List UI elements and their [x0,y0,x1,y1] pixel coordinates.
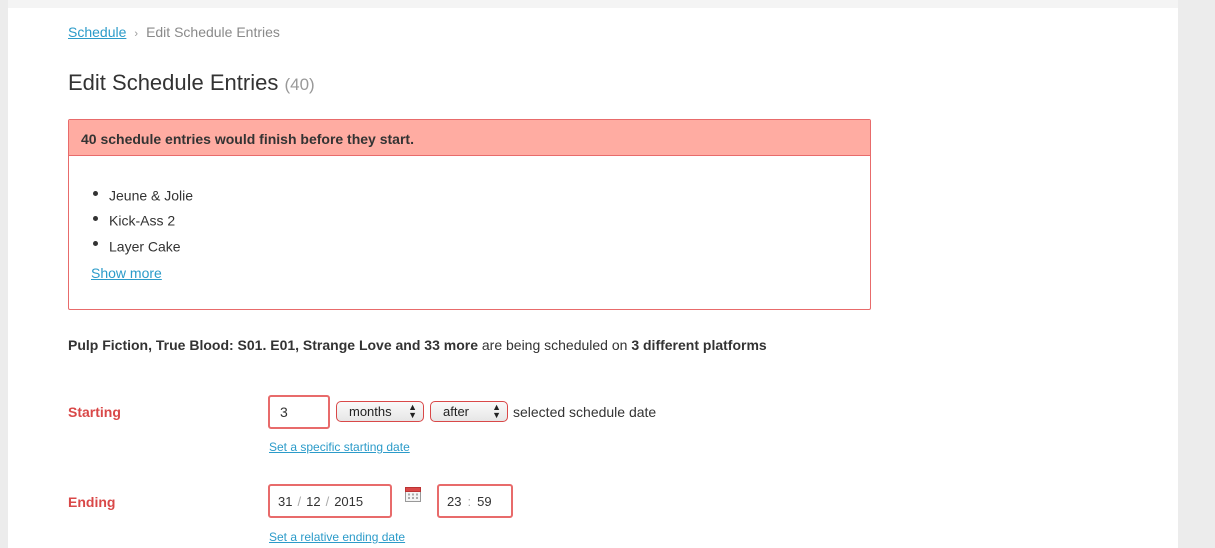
ending-month[interactable]: 12 [306,494,320,509]
ending-minute[interactable]: 59 [477,494,491,509]
summary-platforms: 3 different platforms [631,337,767,353]
starting-unit-select[interactable]: months ▲ ▼ [336,401,424,422]
breadcrumb-separator: › [134,28,139,40]
ending-day[interactable]: 31 [278,494,292,509]
alert-heading: 40 schedule entries would finish before … [69,120,870,156]
list-item: Layer Cake [93,233,193,258]
ending-year[interactable]: 2015 [334,494,363,509]
bullet-icon [93,216,98,222]
breadcrumb-current: Edit Schedule Entries [146,24,280,40]
summary-middle: are being scheduled on [481,337,628,353]
bullet-icon [93,190,98,196]
relative-end-date-link[interactable]: Set a relative ending date [269,530,405,544]
ending-time-field[interactable]: 23:59 [437,484,513,518]
entry-count: (40) [284,75,315,94]
starting-relation-select[interactable]: after ▲ ▼ [430,401,508,422]
updown-arrows-icon: ▲ ▼ [408,402,417,420]
starting-unit-value: months [349,404,392,419]
starting-amount-input[interactable]: 3 [268,395,330,429]
starting-suffix: selected schedule date [513,404,657,420]
specific-start-date-link[interactable]: Set a specific starting date [269,440,410,454]
alert-list: Jeune & Jolie Kick-Ass 2 Layer Cake [93,182,193,258]
breadcrumb: Schedule › Edit Schedule Entries [68,24,280,40]
error-alert: 40 schedule entries would finish before … [68,119,871,310]
left-gutter [0,0,8,548]
ending-date-field[interactable]: 31/12/2015 [268,484,392,518]
ending-label: Ending [68,494,116,510]
page-title: Edit Schedule Entries (40) [68,70,315,96]
ending-hour[interactable]: 23 [447,494,461,509]
calendar-icon[interactable] [405,487,421,502]
show-more-link[interactable]: Show more [91,265,162,281]
schedule-summary: Pulp Fiction, True Blood: S01. E01, Stra… [68,337,767,353]
bullet-icon [93,241,98,247]
starting-relation-value: after [443,404,470,419]
updown-arrows-icon: ▲ ▼ [492,402,501,420]
starting-label: Starting [68,404,121,420]
right-gutter [1178,0,1215,548]
summary-titles: Pulp Fiction, True Blood: S01. E01, Stra… [68,337,478,353]
top-strip [8,0,1178,8]
list-item: Kick-Ass 2 [93,207,193,232]
list-item: Jeune & Jolie [93,182,193,207]
page-title-text: Edit Schedule Entries [68,70,279,95]
breadcrumb-schedule-link[interactable]: Schedule [68,24,126,40]
